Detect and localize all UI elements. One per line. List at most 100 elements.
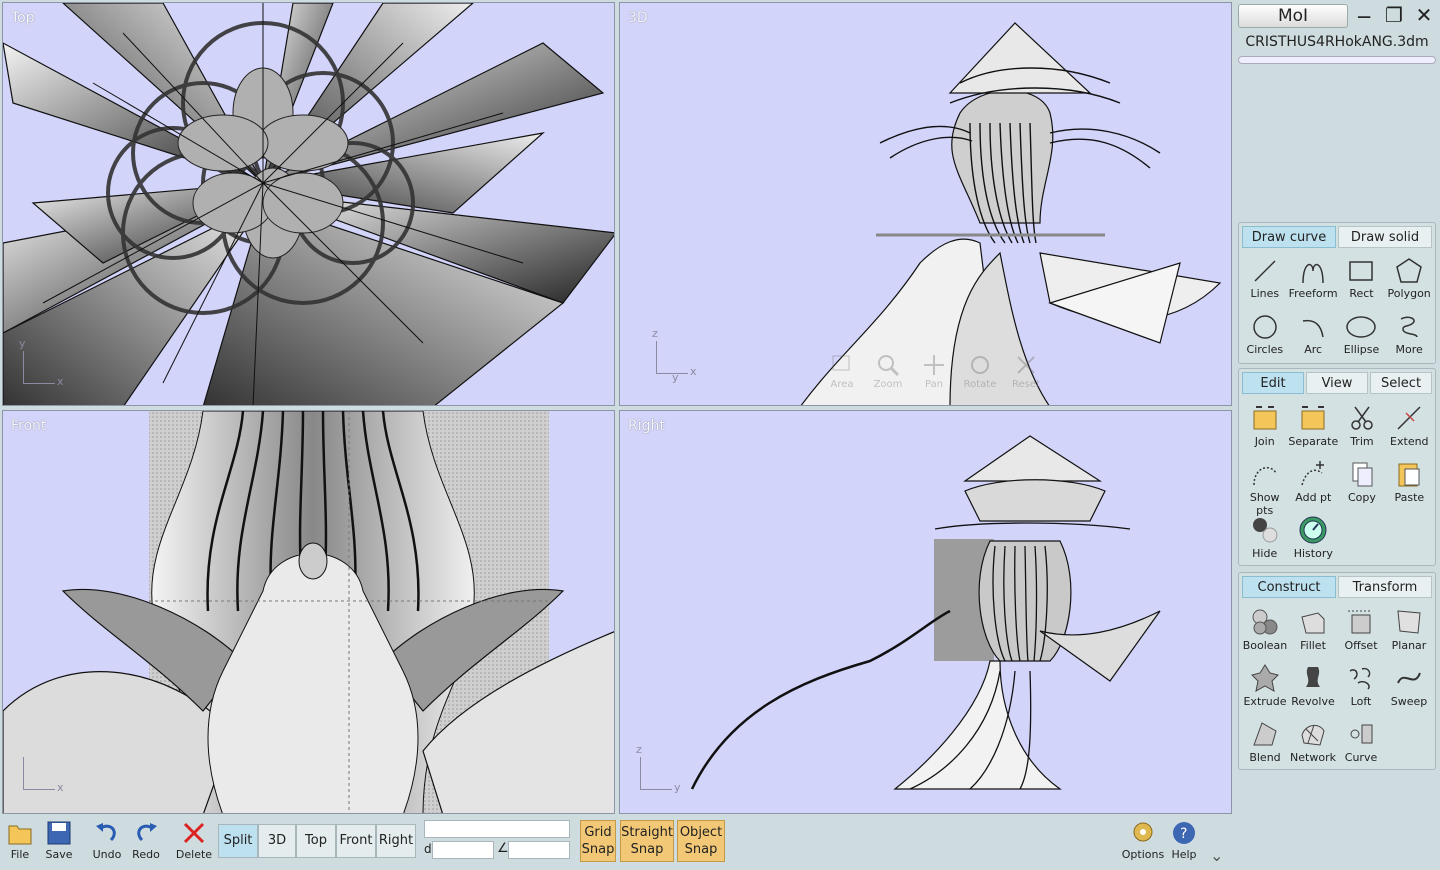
- viewport-label: 3D: [628, 10, 648, 26]
- tab-view[interactable]: View: [1306, 372, 1368, 394]
- copy-icon: [1352, 462, 1373, 487]
- help-icon: ?: [1173, 822, 1195, 844]
- planar-button[interactable]: Planar: [1385, 605, 1433, 657]
- viewport-top[interactable]: Top yx: [2, 2, 615, 406]
- join-icon: [1253, 406, 1277, 430]
- rotate-button[interactable]: Rotate: [962, 353, 998, 390]
- fillet-button[interactable]: Fillet: [1289, 605, 1337, 657]
- freeform-button[interactable]: Freeform: [1289, 255, 1338, 307]
- minimize-icon[interactable]: ─: [1352, 6, 1376, 28]
- view-3d-button[interactable]: 3D: [258, 824, 296, 858]
- save-icon: [47, 821, 71, 845]
- join-button[interactable]: Join: [1241, 401, 1288, 453]
- restore-icon[interactable]: ❐: [1382, 4, 1406, 26]
- boolean-button[interactable]: Boolean: [1241, 605, 1289, 657]
- add-point-icon: [1301, 461, 1325, 486]
- fillet-icon: [1301, 612, 1325, 634]
- edit-panel: Edit View Select Join Separate Trim Exte…: [1238, 368, 1436, 566]
- progress-bar: [1238, 56, 1436, 64]
- boolean-icon: [1252, 609, 1278, 635]
- show-pts-button[interactable]: Show pts: [1241, 457, 1288, 517]
- paste-icon: [1398, 463, 1420, 487]
- straight-snap-toggle[interactable]: Straight Snap: [620, 820, 674, 862]
- angle-input[interactable]: [508, 841, 570, 859]
- grid-snap-toggle[interactable]: Grid Snap: [580, 820, 616, 862]
- viewport-right[interactable]: Right zy: [619, 410, 1232, 814]
- circle-icon: [1253, 315, 1277, 339]
- more-button[interactable]: More: [1385, 311, 1433, 363]
- loft-button[interactable]: Loft: [1337, 661, 1385, 713]
- viewport-label: Right: [628, 418, 665, 434]
- tab-construct[interactable]: Construct: [1242, 576, 1336, 598]
- view-top-button[interactable]: Top: [296, 824, 336, 858]
- delete-icon: [183, 822, 205, 844]
- options-button[interactable]: Options: [1120, 820, 1166, 861]
- view-right-button[interactable]: Right: [376, 824, 416, 858]
- tab-draw-solid[interactable]: Draw solid: [1338, 226, 1432, 248]
- zoom-button[interactable]: Zoom: [870, 353, 906, 390]
- planar-icon: [1397, 610, 1421, 634]
- blend-button[interactable]: Blend: [1241, 717, 1289, 769]
- network-button[interactable]: Network: [1289, 717, 1337, 769]
- file-button[interactable]: File: [6, 820, 34, 861]
- reset-button[interactable]: Reset: [1008, 353, 1044, 390]
- extend-button[interactable]: Extend: [1386, 401, 1433, 453]
- view-navigation: Area Zoom Pan Rotate Reset: [824, 353, 1044, 390]
- close-icon[interactable]: ✕: [1412, 4, 1436, 26]
- blend-icon: [1253, 722, 1277, 746]
- sweep-button[interactable]: Sweep: [1385, 661, 1433, 713]
- revolve-button[interactable]: Revolve: [1289, 661, 1337, 713]
- area-zoom-button[interactable]: Area: [824, 353, 860, 390]
- curve-button[interactable]: Curve: [1337, 717, 1385, 769]
- hide-button[interactable]: Hide: [1241, 513, 1288, 565]
- add-pt-button[interactable]: Add pt: [1288, 457, 1338, 509]
- trim-button[interactable]: Trim: [1338, 401, 1385, 453]
- object-snap-toggle[interactable]: Object Snap: [677, 820, 725, 862]
- view-front-button[interactable]: Front: [336, 824, 376, 858]
- file-name: CRISTHUS4RHokANG.3dm: [1245, 34, 1429, 50]
- viewport-label: Top: [11, 10, 35, 26]
- separate-button[interactable]: Separate: [1288, 401, 1338, 453]
- lines-button[interactable]: Lines: [1241, 255, 1289, 307]
- points-icon: [1252, 466, 1277, 486]
- folder-icon: [8, 825, 32, 845]
- ellipse-button[interactable]: Ellipse: [1338, 311, 1386, 363]
- separate-icon: [1301, 406, 1325, 430]
- redo-button[interactable]: Redo: [128, 820, 164, 861]
- construct-panel: Construct Transform Boolean Fillet Offse…: [1238, 572, 1436, 770]
- rect-button[interactable]: Rect: [1338, 255, 1386, 307]
- help-button[interactable]: ? Help: [1170, 820, 1198, 861]
- tab-draw-curve[interactable]: Draw curve: [1242, 226, 1336, 248]
- pan-button[interactable]: Pan: [916, 353, 952, 390]
- undo-button[interactable]: Undo: [88, 820, 126, 861]
- tab-edit[interactable]: Edit: [1242, 372, 1304, 394]
- circles-button[interactable]: Circles: [1241, 311, 1289, 363]
- rect-icon: [1349, 261, 1374, 281]
- tab-select[interactable]: Select: [1370, 372, 1432, 394]
- copy-button[interactable]: Copy: [1338, 457, 1385, 509]
- command-input[interactable]: [424, 820, 570, 838]
- chevron-down-icon[interactable]: ⌄: [1210, 846, 1223, 865]
- app-title[interactable]: MoI: [1238, 4, 1348, 28]
- viewport-front[interactable]: Front x: [2, 410, 615, 814]
- area-icon: [832, 355, 850, 371]
- reset-icon: [1017, 356, 1035, 374]
- polygon-button[interactable]: Polygon: [1385, 255, 1433, 307]
- offset-button[interactable]: Offset: [1337, 605, 1385, 657]
- history-button[interactable]: History: [1288, 513, 1338, 565]
- arc-button[interactable]: Arc: [1289, 311, 1338, 363]
- distance-input[interactable]: [432, 841, 494, 859]
- extend-icon: [1397, 406, 1421, 430]
- tab-transform[interactable]: Transform: [1338, 576, 1432, 598]
- save-button[interactable]: Save: [42, 820, 76, 861]
- viewport-3d[interactable]: 3D zx y Area Zoom Pan Rotate Reset: [619, 2, 1232, 406]
- paste-button[interactable]: Paste: [1386, 457, 1433, 509]
- extrude-button[interactable]: Extrude: [1241, 661, 1289, 713]
- top-view-model: [3, 3, 614, 405]
- view-split-button[interactable]: Split: [218, 824, 258, 858]
- rotate-icon: [971, 356, 989, 374]
- 3d-view-model: [800, 22, 1222, 405]
- delete-button[interactable]: Delete: [174, 820, 214, 861]
- freeform-icon: [1302, 263, 1324, 284]
- ellipse-icon: [1346, 316, 1377, 338]
